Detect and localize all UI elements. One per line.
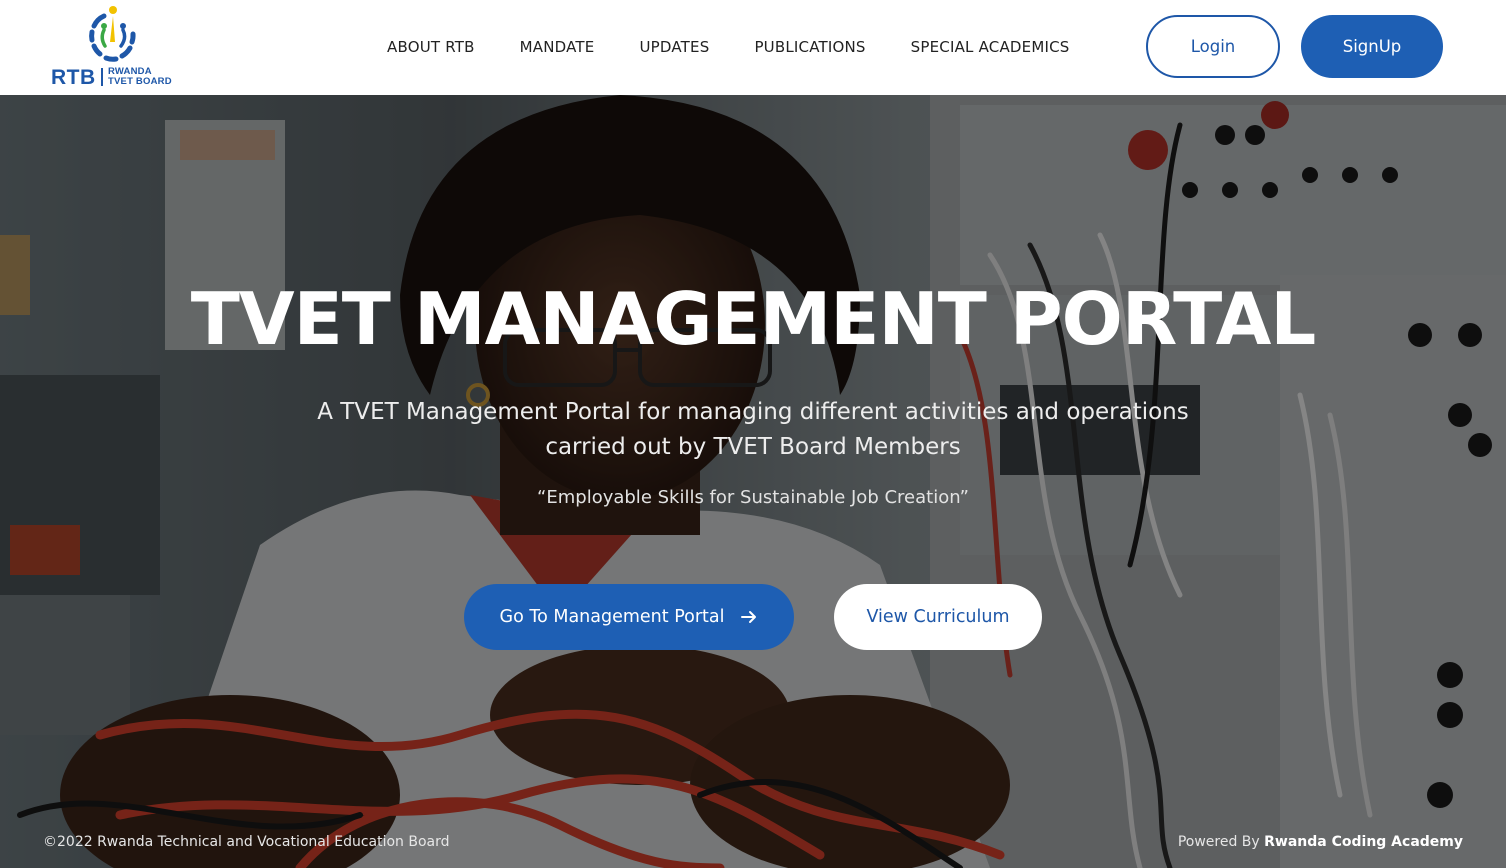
powered-by-prefix: Powered By: [1177, 834, 1260, 850]
logo-abbreviation: RTB: [51, 66, 96, 89]
hero-subtitle: A TVET Management Portal for managing di…: [300, 395, 1206, 465]
footer-powered-by: Powered By Rwanda Coding Academy: [1178, 834, 1463, 850]
powered-by-link[interactable]: Rwanda Coding Academy: [1264, 834, 1463, 850]
logo-name-line2: TVET BOARD: [108, 76, 172, 87]
hero-section: TVET MANAGEMENT PORTAL A TVET Management…: [0, 95, 1506, 868]
portal-button-label: Go To Management Portal: [499, 607, 725, 627]
site-header: RTB RWANDA TVET BOARD ABOUT RTB MANDATE …: [0, 0, 1506, 95]
login-button[interactable]: Login: [1146, 15, 1280, 78]
hero-background-photo: [0, 95, 1506, 868]
signup-button[interactable]: SignUp: [1301, 15, 1443, 78]
hero-subtitle-line1: A TVET Management Portal for managing di…: [317, 399, 1189, 425]
logo-name: RWANDA TVET BOARD: [108, 67, 172, 87]
main-nav: ABOUT RTB MANDATE UPDATES PUBLICATIONS S…: [387, 38, 1115, 56]
nav-updates[interactable]: UPDATES: [639, 38, 709, 56]
nav-about-rtb[interactable]: ABOUT RTB: [387, 38, 475, 56]
hero-subtitle-line2: carried out by TVET Board Members: [545, 434, 961, 460]
arrow-right-icon: [741, 611, 757, 623]
logo-divider: [101, 68, 103, 86]
nav-special-academics[interactable]: SPECIAL ACADEMICS: [911, 38, 1070, 56]
rtb-logo[interactable]: RTB RWANDA TVET BOARD: [50, 4, 185, 89]
footer-copyright: ©2022 Rwanda Technical and Vocational Ed…: [43, 834, 450, 850]
view-curriculum-button[interactable]: View Curriculum: [834, 584, 1042, 650]
nav-mandate[interactable]: MANDATE: [520, 38, 595, 56]
hero-title: TVET MANAGEMENT PORTAL: [190, 277, 1316, 361]
go-to-management-portal-button[interactable]: Go To Management Portal: [464, 584, 794, 650]
hero-motto: “Employable Skills for Sustainable Job C…: [537, 487, 969, 508]
nav-publications[interactable]: PUBLICATIONS: [754, 38, 865, 56]
rtb-logo-icon: [89, 6, 136, 62]
